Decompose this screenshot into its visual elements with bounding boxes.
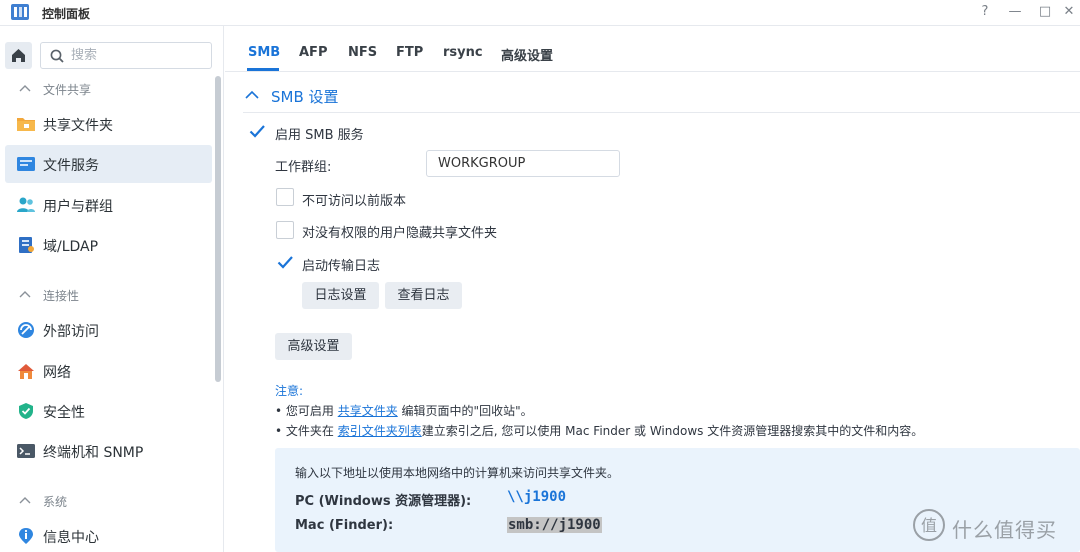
pc-address[interactable]: \\j1900 bbox=[507, 489, 566, 505]
chevron-up-icon bbox=[19, 291, 31, 298]
note-text: 建立索引之后, 您可以使用 Mac Finder 或 Windows 文件资源管… bbox=[421, 424, 924, 438]
sidebar: 文件共享 共享文件夹 文件服务 用户与群组 bbox=[0, 26, 224, 552]
sidebar-item-network[interactable]: 网络 bbox=[5, 352, 212, 390]
search-icon bbox=[50, 49, 64, 63]
main-panel: SMB AFP NFS FTP rsync 高级设置 SMB 设置 启用 SMB… bbox=[225, 26, 1080, 552]
sidebar-item-label: 网络 bbox=[43, 365, 71, 381]
sidebar-item-label: 共享文件夹 bbox=[43, 118, 113, 134]
mac-label: Mac (Finder): bbox=[295, 518, 394, 533]
tab-afp[interactable]: AFP bbox=[299, 45, 327, 60]
checkmark-icon bbox=[249, 125, 265, 138]
sidebar-item-security[interactable]: 安全性 bbox=[5, 392, 212, 430]
sidebar-item-terminal-snmp[interactable]: 终端机和 SNMP bbox=[5, 432, 212, 470]
group-connectivity[interactable]: 连接性 bbox=[0, 283, 210, 307]
sidebar-item-info-center[interactable]: 信息中心 bbox=[5, 517, 212, 552]
note-text: • 文件夹在 bbox=[275, 424, 338, 438]
sidebar-item-label: 信息中心 bbox=[43, 530, 99, 546]
tab-ftp[interactable]: FTP bbox=[396, 45, 423, 60]
chevron-up-icon bbox=[245, 90, 259, 99]
group-label: 文件共享 bbox=[43, 83, 92, 97]
tab-smb[interactable]: SMB bbox=[248, 45, 280, 60]
disable-previous-versions-checkbox[interactable] bbox=[276, 188, 294, 206]
hide-shared-folders-checkbox[interactable] bbox=[276, 221, 294, 239]
window-title: 控制面板 bbox=[42, 7, 91, 21]
access-info-description: 输入以下地址以使用本地网络中的计算机来访问共享文件夹。 bbox=[295, 466, 620, 480]
sidebar-item-users-groups[interactable]: 用户与群组 bbox=[5, 186, 212, 224]
control-panel-icon bbox=[11, 4, 29, 20]
watermark: 值 什么值得买 bbox=[912, 508, 1076, 544]
watermark-logo-char: 值 bbox=[921, 516, 937, 535]
shield-icon bbox=[19, 403, 33, 419]
search-input[interactable] bbox=[71, 46, 201, 65]
sidebar-item-file-services[interactable]: 文件服务 bbox=[5, 145, 212, 183]
note-text: • 您可启用 bbox=[275, 404, 338, 418]
checkmark-icon bbox=[277, 256, 293, 269]
folder-icon bbox=[17, 118, 35, 131]
enable-smb-label: 启用 SMB 服务 bbox=[275, 128, 364, 143]
note-text: 编辑页面中的"回收站"。 bbox=[397, 404, 533, 418]
network-icon bbox=[18, 364, 34, 379]
note-line-index: • 文件夹在 索引文件夹列表建立索引之后, 您可以使用 Mac Finder 或… bbox=[275, 422, 923, 439]
option-label: 不可访问以前版本 bbox=[302, 194, 407, 209]
help-button[interactable]: ? bbox=[974, 2, 996, 22]
option-label: 启动传输日志 bbox=[302, 259, 381, 274]
users-icon bbox=[17, 197, 35, 212]
file-services-icon bbox=[17, 157, 35, 171]
advanced-settings-button[interactable]: 高级设置 bbox=[275, 333, 352, 360]
tab-nfs[interactable]: NFS bbox=[348, 45, 377, 60]
tab-rsync[interactable]: rsync bbox=[443, 45, 483, 60]
window-titlebar: 控制面板 ? — □ ✕ bbox=[0, 0, 1080, 26]
view-log-button[interactable]: 查看日志 bbox=[385, 282, 462, 309]
terminal-icon bbox=[17, 444, 35, 458]
transfer-log-checkbox[interactable] bbox=[276, 253, 294, 271]
workgroup-label: 工作群组: bbox=[275, 160, 332, 175]
sidebar-item-label: 外部访问 bbox=[43, 324, 99, 340]
sidebar-scrollbar[interactable] bbox=[214, 72, 222, 552]
sidebar-item-label: 用户与群组 bbox=[43, 199, 113, 215]
pc-label: PC (Windows 资源管理器): bbox=[295, 494, 472, 509]
close-button[interactable]: ✕ bbox=[1058, 2, 1080, 22]
sidebar-item-label: 域/LDAP bbox=[43, 239, 99, 255]
enable-smb-checkbox[interactable] bbox=[248, 122, 266, 140]
sidebar-item-label: 安全性 bbox=[43, 405, 85, 421]
home-icon bbox=[12, 49, 25, 62]
group-system[interactable]: 系统 bbox=[0, 489, 210, 513]
option-label: 对没有权限的用户隐藏共享文件夹 bbox=[302, 226, 498, 241]
info-icon bbox=[19, 528, 33, 544]
chevron-up-icon bbox=[19, 85, 31, 92]
chevron-up-icon bbox=[19, 497, 31, 504]
active-tab-indicator bbox=[247, 68, 279, 71]
note-title: 注意: bbox=[275, 384, 304, 398]
group-file-sharing[interactable]: 文件共享 bbox=[0, 77, 210, 101]
section-title: SMB 设置 bbox=[271, 88, 339, 106]
sidebar-item-label: 终端机和 SNMP bbox=[43, 445, 144, 461]
sidebar-item-shared-folder[interactable]: 共享文件夹 bbox=[5, 105, 212, 143]
group-label: 连接性 bbox=[43, 289, 80, 303]
group-label: 系统 bbox=[43, 495, 68, 509]
maximize-button[interactable]: □ bbox=[1034, 2, 1056, 22]
sidebar-item-external-access[interactable]: 外部访问 bbox=[5, 311, 212, 349]
search-box[interactable] bbox=[40, 42, 212, 69]
indexed-folder-list-link[interactable]: 索引文件夹列表 bbox=[338, 424, 422, 438]
sidebar-item-domain-ldap[interactable]: 域/LDAP bbox=[5, 226, 212, 264]
workgroup-input[interactable] bbox=[426, 150, 620, 177]
mac-address[interactable]: smb://j1900 bbox=[507, 517, 602, 533]
section-divider bbox=[243, 112, 1080, 113]
home-button[interactable] bbox=[5, 42, 32, 69]
minimize-button[interactable]: — bbox=[1004, 2, 1026, 22]
sidebar-item-label: 文件服务 bbox=[43, 158, 99, 174]
note-line-recycle-bin: • 您可启用 共享文件夹 编辑页面中的"回收站"。 bbox=[275, 402, 533, 419]
domain-icon bbox=[19, 237, 34, 253]
shared-folder-link[interactable]: 共享文件夹 bbox=[338, 404, 398, 418]
scrollbar-thumb[interactable] bbox=[215, 76, 221, 382]
watermark-text: 什么值得买 bbox=[952, 518, 1057, 542]
external-access-icon bbox=[18, 322, 34, 338]
watermark-logo-icon: 值 bbox=[913, 509, 945, 541]
log-settings-button[interactable]: 日志设置 bbox=[302, 282, 379, 309]
tab-bar: SMB AFP NFS FTP rsync 高级设置 bbox=[225, 26, 1080, 72]
tab-advanced[interactable]: 高级设置 bbox=[501, 45, 553, 64]
